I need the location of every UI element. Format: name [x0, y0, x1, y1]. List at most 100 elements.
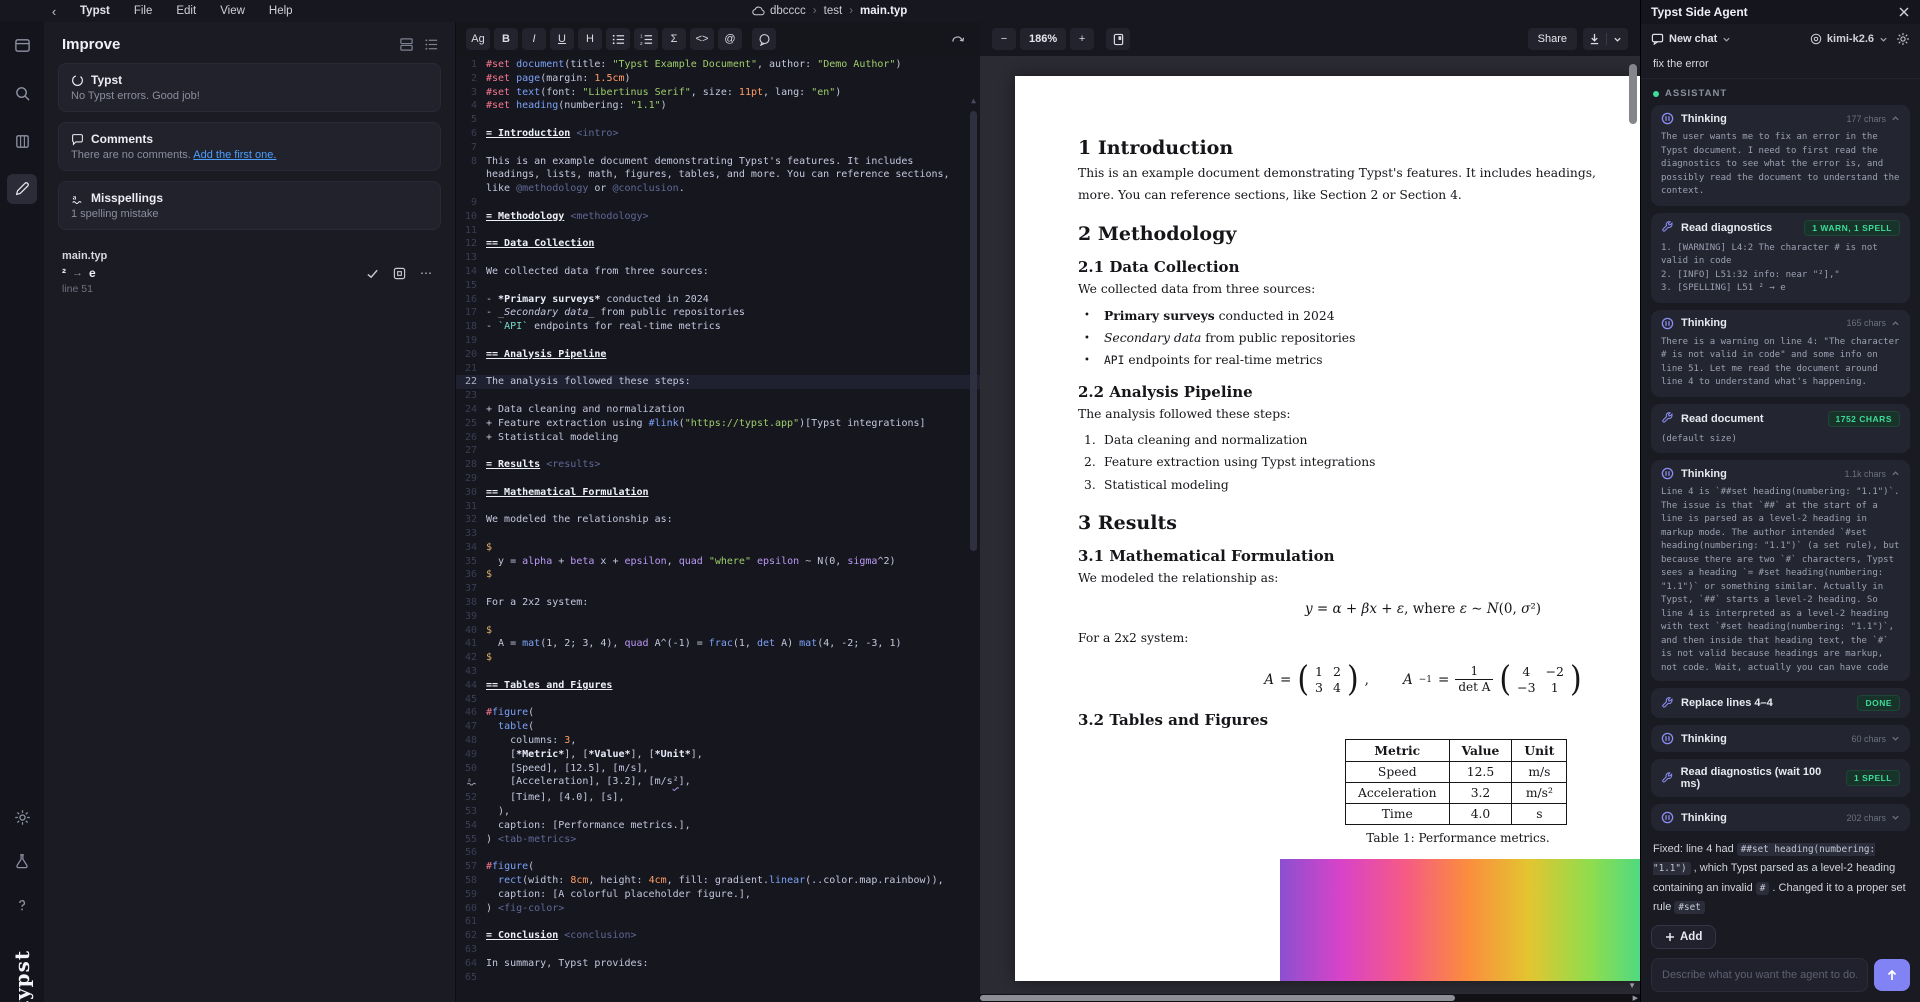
doc-paragraph: This is an example document demonstratin… — [1078, 166, 1596, 180]
new-chat-button[interactable]: New chat — [1651, 33, 1731, 45]
scroll-right-icon[interactable]: ▶ — [1633, 994, 1638, 1002]
thinking-card-header[interactable]: Thinking 60 chars — [1661, 732, 1900, 745]
tool-card-header[interactable]: Read diagnostics (wait 100 ms) 1 SPELL — [1661, 766, 1900, 790]
code-line: headings, lists, math, figures, tables, … — [456, 168, 980, 182]
fit-page-button[interactable] — [1106, 28, 1131, 50]
code-line: 14 We collected data from three sources: — [456, 265, 980, 279]
line-number: 35 — [464, 555, 477, 567]
numbered-list-button[interactable]: 12 — [634, 28, 658, 50]
editor-scrollbar[interactable]: ▲ — [969, 94, 978, 994]
labs-button[interactable] — [7, 846, 37, 876]
thinking-card[interactable]: Thinking 202 chars — [1651, 804, 1910, 831]
misspellings-card[interactable]: a Misspellings 1 spelling mistake — [58, 181, 441, 230]
menu-view[interactable]: View — [210, 3, 255, 19]
thinking-card[interactable]: Thinking 177 chars The user wants me to fi… — [1651, 105, 1910, 206]
italic-button[interactable]: I — [522, 28, 546, 50]
scroll-down-icon[interactable]: ▼ — [1628, 981, 1636, 990]
misspelling-item[interactable]: main.typ ² → e ⋯ line 51 — [44, 240, 455, 295]
zoom-in-button[interactable]: + — [1070, 28, 1095, 50]
tool-card-header[interactable]: Replace lines 4–4 DONE — [1661, 695, 1900, 711]
redo-button[interactable] — [946, 28, 970, 50]
agent-sidebar: Typst Side Agent New chat kimi-k2.6 fix … — [1640, 0, 1920, 1002]
doc-list-item: • Primary surveys conducted in 2024 — [1084, 307, 1640, 326]
tool-card[interactable]: Read document 1752 CHARS (default size) — [1651, 403, 1910, 453]
code-line: 19 — [456, 334, 980, 348]
thinking-card-header[interactable]: Thinking 202 chars — [1661, 811, 1900, 824]
settings-button[interactable] — [7, 802, 37, 832]
tool-card[interactable]: Read diagnostics (wait 100 ms) 1 SPELL — [1651, 759, 1910, 797]
line-number: 3 — [470, 86, 477, 98]
thinking-card[interactable]: Thinking 1.1k chars Line 4 is `##set headi… — [1651, 460, 1910, 681]
code-line: 35 y = alpha + beta x + epsilon, quad "w… — [456, 555, 980, 569]
preview-hscrollbar[interactable]: ▶ — [980, 994, 1640, 1002]
code-line: 62 = Conclusion <conclusion> — [456, 929, 980, 943]
comments-card[interactable]: Comments There are no comments. Add the … — [58, 122, 441, 171]
search-panel-button[interactable] — [7, 78, 37, 108]
view-list-icon[interactable] — [424, 37, 439, 52]
thinking-card[interactable]: Thinking 165 chars There is a warning on l… — [1651, 309, 1910, 397]
back-button[interactable]: ‹ — [44, 4, 64, 19]
download-button[interactable] — [1583, 28, 1628, 50]
tool-wrench-icon — [1662, 696, 1673, 708]
heading-button[interactable]: H — [578, 28, 602, 50]
close-icon[interactable] — [1898, 6, 1910, 18]
code-line: 52 [Time], [4.0], [s], — [456, 791, 980, 805]
preview-hscrollbar-thumb[interactable] — [980, 995, 1456, 1001]
zoom-level[interactable]: 186% — [1020, 28, 1067, 50]
editor-toolbar: Ag B I U H 12 Σ <> @ — [456, 22, 980, 56]
agent-prompt-input[interactable] — [1651, 958, 1868, 992]
menu-typst[interactable]: Typst — [70, 3, 120, 19]
menu-help[interactable]: Help — [259, 3, 303, 19]
accept-fix-icon[interactable] — [366, 267, 379, 280]
thinking-card[interactable]: Thinking 60 chars — [1651, 725, 1910, 752]
menu-file[interactable]: File — [124, 3, 163, 19]
tool-wrench-icon — [1662, 221, 1673, 232]
tool-badge: 1 SPELL — [1846, 770, 1900, 786]
tool-card-header[interactable]: Read diagnostics 1 WARN, 1 SPELL — [1661, 219, 1900, 236]
model-selector[interactable]: kimi-k2.6 — [1810, 33, 1888, 45]
add-comment-link[interactable]: Add the first one. — [193, 149, 276, 161]
code-line: 58 rect(width: 8cm, height: 4cm, fill: g… — [456, 874, 980, 888]
line-number: 50 — [464, 762, 477, 774]
document-page[interactable]: 1 Introduction This is an example documen… — [1015, 76, 1640, 981]
code-button[interactable]: <> — [690, 28, 714, 50]
scroll-up-icon[interactable]: ▲ — [969, 94, 978, 108]
thinking-card-header[interactable]: Thinking 1.1k chars — [1661, 467, 1900, 480]
more-options-icon[interactable]: ⋯ — [420, 266, 433, 280]
text-style-button[interactable]: Ag — [466, 28, 490, 50]
line-number: 43 — [464, 666, 477, 678]
agent-settings-icon[interactable] — [1896, 32, 1910, 46]
editor-scrollbar-thumb[interactable] — [970, 110, 977, 551]
view-grid-icon[interactable] — [399, 37, 414, 52]
reference-button[interactable]: @ — [718, 28, 742, 50]
tool-card[interactable]: Replace lines 4–4 DONE — [1651, 688, 1910, 718]
line-number: 52 — [464, 792, 477, 804]
bold-button[interactable]: B — [494, 28, 518, 50]
pages-panel-button[interactable] — [7, 126, 37, 156]
preview-vscrollbar-thumb[interactable] — [1629, 64, 1637, 124]
math-button[interactable]: Σ — [662, 28, 686, 50]
improve-panel-button[interactable] — [7, 174, 37, 204]
send-button[interactable] — [1874, 959, 1910, 991]
typst-status-card[interactable]: Typst No Typst errors. Good job! — [58, 63, 441, 112]
thinking-card-header[interactable]: Thinking 165 chars — [1661, 317, 1900, 330]
help-button[interactable] — [7, 890, 37, 920]
underline-button[interactable]: U — [550, 28, 574, 50]
copy-icon[interactable] — [393, 267, 406, 280]
code-line: 31 — [456, 500, 980, 514]
share-button[interactable]: Share — [1527, 28, 1577, 50]
code-area[interactable]: 1 #set document(title: "Typst Example Doc… — [456, 56, 980, 1002]
code-line: 17- _Secondary data_ from public reposit… — [456, 306, 980, 320]
menu-edit[interactable]: Edit — [166, 3, 206, 19]
bullet-list-button[interactable] — [606, 28, 630, 50]
zoom-out-button[interactable]: − — [992, 28, 1016, 50]
comment-button[interactable] — [752, 28, 776, 50]
add-context-button[interactable]: Add — [1651, 925, 1717, 949]
code-editor: Ag B I U H 12 Σ <> @ 1 #set document(tit… — [456, 22, 980, 1002]
thinking-card-header[interactable]: Thinking 177 chars — [1661, 112, 1900, 125]
tool-card[interactable]: Read diagnostics 1 WARN, 1 SPELL 1. [WARNI… — [1651, 212, 1910, 303]
misspelling-file: main.typ — [62, 250, 108, 262]
breadcrumb[interactable]: dbcccc › test › main.typ — [752, 5, 907, 17]
tool-card-header[interactable]: Read document 1752 CHARS — [1661, 410, 1900, 427]
files-panel-button[interactable] — [7, 30, 37, 60]
